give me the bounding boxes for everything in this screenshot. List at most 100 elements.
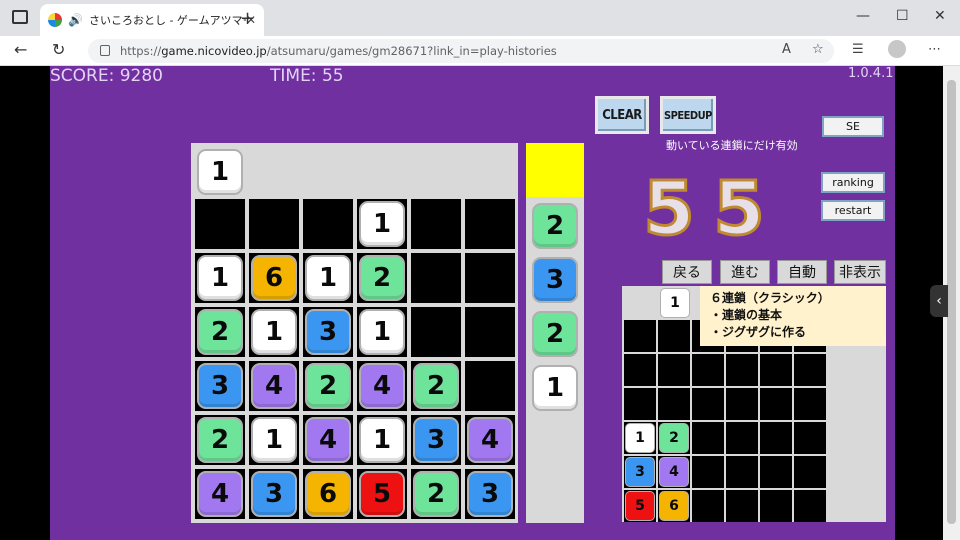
more-menu-icon[interactable]: ⋯ bbox=[928, 42, 941, 57]
die-6: 6 bbox=[251, 255, 297, 301]
scrollbar-thumb[interactable] bbox=[947, 80, 956, 524]
board-cell[interactable] bbox=[465, 199, 515, 249]
board-cell[interactable] bbox=[411, 307, 461, 357]
version-label: 1.0.4.1 bbox=[848, 66, 894, 81]
die-1: 1 bbox=[359, 417, 405, 463]
url-field[interactable]: https://game.nicovideo.jp/atsumaru/games… bbox=[88, 39, 834, 63]
mini-cell bbox=[794, 354, 826, 386]
board-cell[interactable] bbox=[465, 253, 515, 303]
new-tab-icon[interactable]: + bbox=[240, 8, 255, 29]
next-queue: 2 3 2 1 bbox=[526, 143, 584, 523]
die-3: 3 bbox=[197, 363, 243, 409]
back-icon[interactable]: ← bbox=[14, 40, 27, 59]
die-4: 4 bbox=[305, 417, 351, 463]
board-cell[interactable] bbox=[303, 199, 353, 249]
game-canvas[interactable]: SCORE: 9280 TIME: 55 1.0.4.1 CLEAR SPEED… bbox=[50, 66, 895, 540]
main-board[interactable]: 111612213134242214134436523 bbox=[191, 143, 518, 523]
read-aloud-icon[interactable]: A bbox=[782, 42, 791, 57]
mini-cell bbox=[658, 388, 690, 420]
die-3: 3 bbox=[532, 257, 578, 303]
ranking-button[interactable]: ranking bbox=[821, 172, 885, 193]
mini-cell bbox=[692, 422, 724, 454]
board-cell[interactable] bbox=[249, 199, 299, 249]
mini-cell bbox=[726, 354, 758, 386]
mini-cell bbox=[658, 320, 690, 352]
die-4: 4 bbox=[467, 417, 513, 463]
mini-cell bbox=[726, 388, 758, 420]
tutorial-line-1: ・連鎖の基本 bbox=[710, 308, 783, 322]
speaker-icon[interactable]: 🔊 bbox=[68, 13, 83, 27]
maximize-icon[interactable]: ☐ bbox=[896, 8, 909, 24]
die-3: 3 bbox=[413, 417, 459, 463]
profile-avatar[interactable] bbox=[888, 40, 906, 58]
die-1: 1 bbox=[660, 288, 690, 318]
die-4: 4 bbox=[659, 457, 689, 487]
mini-cell bbox=[794, 388, 826, 420]
tab-title: さいころおとし - ゲームアツマール bbox=[88, 14, 246, 27]
mini-cell bbox=[760, 354, 792, 386]
die-1: 1 bbox=[197, 255, 243, 301]
die-4: 4 bbox=[251, 363, 297, 409]
forward-step-button[interactable]: 進む bbox=[720, 260, 770, 284]
die-1: 1 bbox=[251, 417, 297, 463]
mini-cell bbox=[760, 422, 792, 454]
lock-icon bbox=[100, 45, 110, 56]
favorites-list-icon[interactable]: ☰ bbox=[852, 42, 864, 57]
die-2: 2 bbox=[197, 417, 243, 463]
close-window-icon[interactable]: ✕ bbox=[934, 8, 946, 24]
mini-cell bbox=[794, 490, 826, 522]
tab-actions-icon[interactable] bbox=[12, 10, 28, 24]
speedup-button[interactable]: SPEEDUP bbox=[660, 96, 716, 134]
die-1: 1 bbox=[359, 201, 405, 247]
auto-play-button[interactable]: 自動 bbox=[777, 260, 827, 284]
die-3: 3 bbox=[625, 457, 655, 487]
board-cell[interactable] bbox=[465, 361, 515, 411]
die-1: 1 bbox=[359, 309, 405, 355]
mini-cell bbox=[692, 490, 724, 522]
board-cell[interactable] bbox=[195, 199, 245, 249]
mini-cell bbox=[760, 456, 792, 488]
board-cell[interactable] bbox=[411, 199, 461, 249]
mini-cell bbox=[726, 490, 758, 522]
mini-cell bbox=[624, 388, 656, 420]
die-4: 4 bbox=[197, 471, 243, 517]
mini-cell bbox=[726, 422, 758, 454]
side-panel-toggle[interactable]: ‹ bbox=[930, 285, 948, 317]
clear-button[interactable]: CLEAR bbox=[595, 96, 649, 134]
die-2: 2 bbox=[413, 471, 459, 517]
mini-cell bbox=[692, 456, 724, 488]
chain-digit-left: 5 bbox=[642, 166, 697, 252]
site-favicon-icon bbox=[48, 13, 62, 27]
address-bar: ← ↻ https://game.nicovideo.jp/atsumaru/g… bbox=[0, 36, 960, 66]
url-prefix: https:// bbox=[120, 44, 162, 58]
refresh-icon[interactable]: ↻ bbox=[52, 40, 65, 59]
hide-button[interactable]: 非表示 bbox=[834, 260, 886, 284]
mini-cell bbox=[760, 490, 792, 522]
score-display: SCORE: 9280 bbox=[50, 66, 163, 86]
board-cell[interactable] bbox=[465, 307, 515, 357]
die-1: 1 bbox=[251, 309, 297, 355]
die-4: 4 bbox=[359, 363, 405, 409]
die-1: 1 bbox=[625, 423, 655, 453]
mini-cell bbox=[658, 354, 690, 386]
time-display: TIME: 55 bbox=[270, 66, 344, 86]
minimize-icon[interactable]: — bbox=[856, 8, 870, 24]
die-1: 1 bbox=[197, 149, 243, 195]
browser-tab[interactable]: 🔊 さいころおとし - ゲームアツマール ✕ bbox=[40, 4, 264, 36]
die-3: 3 bbox=[305, 309, 351, 355]
mini-cell bbox=[794, 456, 826, 488]
die-6: 6 bbox=[305, 471, 351, 517]
board-cell[interactable] bbox=[411, 253, 461, 303]
back-step-button[interactable]: 戻る bbox=[662, 260, 712, 284]
die-1: 1 bbox=[532, 365, 578, 411]
se-button[interactable]: SE bbox=[822, 116, 884, 137]
favorite-icon[interactable]: ☆ bbox=[812, 42, 824, 57]
die-3: 3 bbox=[467, 471, 513, 517]
die-3: 3 bbox=[251, 471, 297, 517]
die-2: 2 bbox=[659, 423, 689, 453]
die-6: 6 bbox=[659, 491, 689, 521]
mini-cell bbox=[726, 456, 758, 488]
restart-button[interactable]: restart bbox=[821, 200, 885, 221]
die-2: 2 bbox=[532, 311, 578, 357]
tutorial-tip: ６連鎖（クラシック） ・連鎖の基本 ・ジグザグに作る bbox=[700, 286, 886, 346]
